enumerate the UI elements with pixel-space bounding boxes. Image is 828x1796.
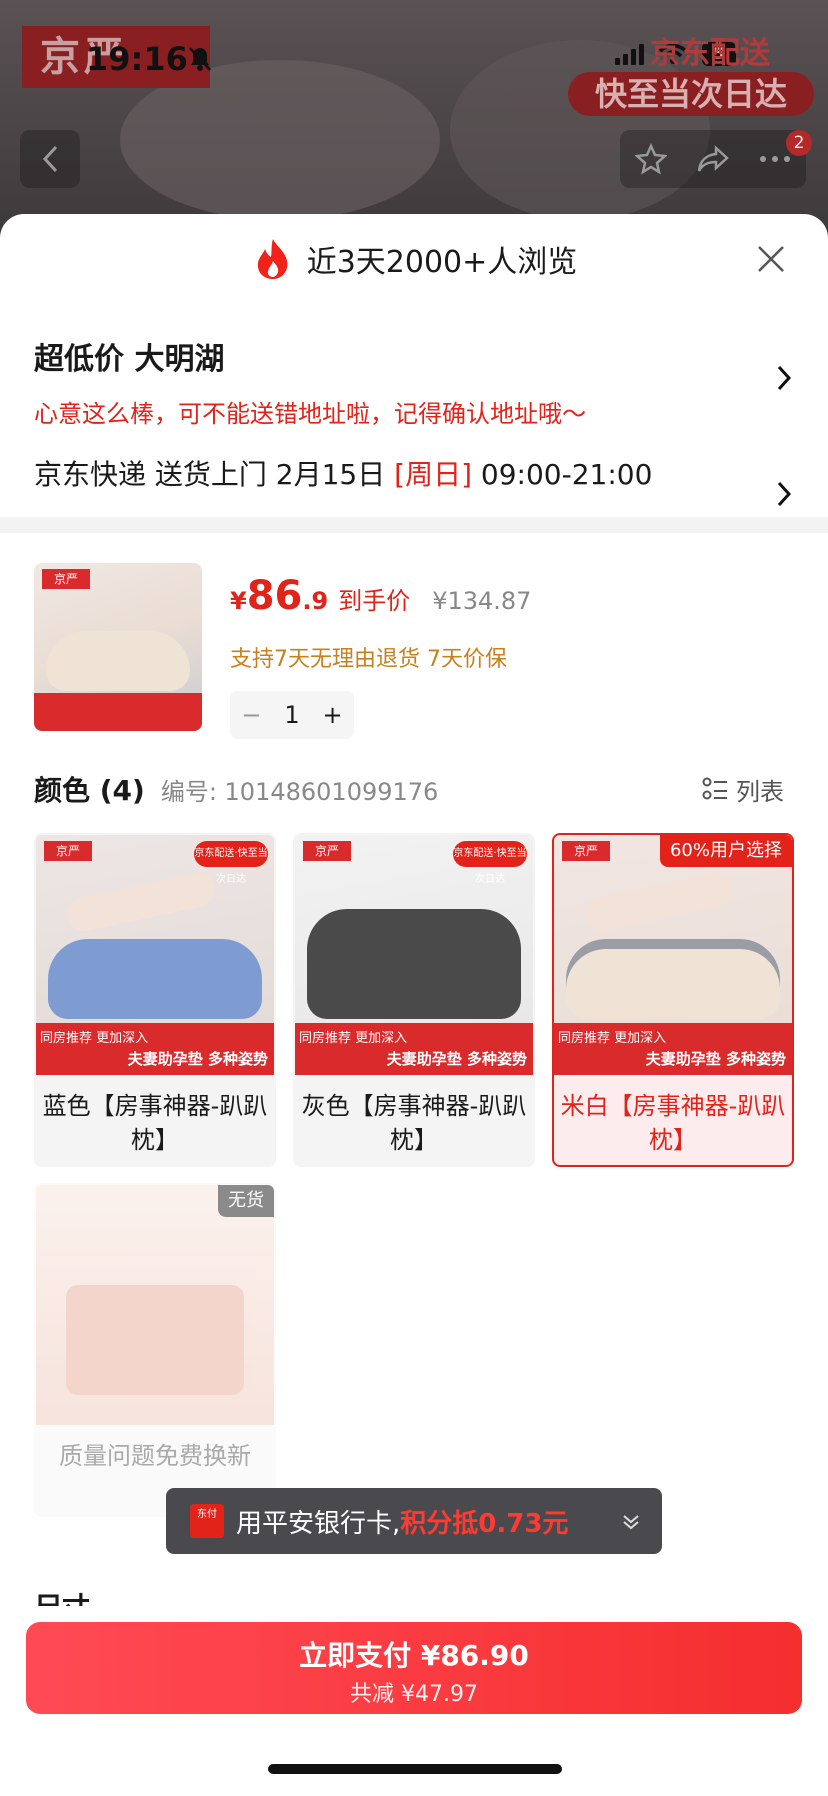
decrement-button[interactable]: − (241, 701, 261, 729)
checkout-bar: 立即支付 ¥86.90 共减 ¥47.97 (0, 1606, 828, 1796)
variant-caption: 质量问题免费换新 (59, 1442, 251, 1470)
delivery-prefix: 京东快递 送货上门 2月15日 (34, 458, 395, 491)
address-section[interactable]: 超低价 大明湖 心意这么棒，可不能送错地址啦，记得确认地址哦～ 京东快递 送货上… (0, 334, 828, 507)
close-icon[interactable] (756, 244, 786, 274)
variant-caption: 米白【房事神器-趴趴枕】 (560, 1092, 786, 1154)
chevron-left-icon (42, 145, 58, 173)
address-name: 超低价 大明湖 (34, 342, 225, 377)
promo-banner: 同房推荐 更加深入 夫妻助孕垫 多种姿势 (36, 1023, 274, 1075)
variant-caption: 蓝色【房事神器-趴趴枕】 (42, 1092, 268, 1154)
toast-text: 用平安银行卡, (236, 1508, 401, 1539)
variant-card-grey[interactable]: 京严 京东配送·快至当次日达 同房推荐 更加深入 夫妻助孕垫 多种姿势 灰色【房… (293, 833, 535, 1167)
banner-main-text: 夫妻助孕垫 多种姿势 (386, 1050, 527, 1068)
status-time: 19:16 (86, 40, 188, 78)
delivery-badge-line2: 快至当次日达 (568, 72, 814, 116)
toast-highlight: 积分抵0.73元 (400, 1508, 569, 1539)
banner-top-text: 同房推荐 更加深入 (40, 1031, 149, 1046)
color-section-header: 颜色 (4) 编号: 10148601099176 列表 (0, 769, 828, 809)
delivery-tag: 京东配送·快至当次日达 (453, 841, 527, 885)
product-thumbnail[interactable]: 京严 (34, 563, 202, 731)
model-figure (582, 869, 736, 935)
price-currency: ¥ (230, 587, 247, 615)
delivery-badge-line1: 京东配送 (650, 36, 770, 71)
chevron-down-icon[interactable] (622, 1512, 640, 1530)
brand-tag: 京严 (303, 841, 351, 861)
delivery-info[interactable]: 京东快递 送货上门 2月15日 [周日] 09:00-21:00 (34, 453, 794, 493)
product-info: ¥ 86 .9 到手价 ¥134.87 支持7天无理由退货 7天价保 − 1 + (230, 563, 531, 739)
variant-card-out-of-stock[interactable]: 无货 质量问题免费换新 (34, 1183, 276, 1517)
list-icon (702, 777, 727, 800)
list-label: 列表 (736, 777, 784, 806)
list-view-toggle[interactable]: 列表 (702, 772, 784, 807)
star-icon[interactable] (634, 143, 667, 175)
fire-icon (257, 239, 288, 279)
pay-now-button[interactable]: 立即支付 ¥86.90 共减 ¥47.97 (26, 1622, 802, 1714)
increment-button[interactable]: + (322, 701, 342, 729)
popular-choice-badge: 60%用户选择 (659, 835, 792, 867)
variant-caption: 灰色【房事神器-趴趴枕】 (301, 1092, 527, 1154)
brand-tag: 京严 (562, 841, 610, 861)
home-indicator[interactable] (268, 1764, 562, 1774)
price-integer: 86 (246, 573, 303, 619)
sheet-header: 近3天2000+人浏览 (0, 214, 828, 304)
back-button[interactable] (20, 130, 80, 188)
jd-pay-card-icon: 东付 (190, 1504, 224, 1538)
jd-delivery-badge: 京东配送 快至当次日达 (568, 28, 814, 120)
out-of-stock-badge: 无货 (218, 1185, 274, 1217)
sheet-title: 近3天2000+人浏览 (306, 245, 578, 280)
mute-bell-icon (189, 47, 211, 71)
chevron-right-icon (777, 365, 792, 391)
banner-main-text: 夫妻助孕垫 多种姿势 (127, 1050, 268, 1068)
product-code: 编号: 10148601099176 (160, 777, 439, 806)
variant-grid: 京严 京东配送·快至当次日达 同房推荐 更加深入 夫妻助孕垫 多种姿势 蓝色【房… (0, 833, 828, 1517)
product-summary: 京严 ¥ 86 .9 到手价 ¥134.87 支持7天无理由退货 7天价保 − … (0, 533, 828, 739)
model-figure (64, 869, 218, 935)
address-warning: 心意这么棒，可不能送错地址啦，记得确认地址哦～ (34, 400, 586, 428)
quantity-stepper: − 1 + (230, 691, 354, 739)
brand-tag: 京严 (44, 841, 92, 861)
color-title: 颜色 (4) (34, 774, 145, 807)
header-actions (620, 130, 806, 188)
purchase-sheet: 近3天2000+人浏览 超低价 大明湖 心意这么棒，可不能送错地址啦，记得确认地… (0, 214, 828, 1796)
notification-badge: 2 (786, 130, 812, 156)
more-icon[interactable] (759, 154, 791, 164)
pay-button-label: 立即支付 ¥86.90 (299, 1639, 529, 1672)
banner-main-text: 夫妻助孕垫 多种姿势 (645, 1050, 786, 1068)
original-price: ¥134.87 (432, 587, 532, 615)
bank-card-promo-toast[interactable]: 东付 用平安银行卡, 积分抵0.73元 (166, 1488, 662, 1554)
share-icon[interactable] (696, 144, 730, 174)
quantity-value[interactable]: 1 (284, 701, 299, 729)
pay-button-discount: 共减 ¥47.97 (350, 1682, 478, 1707)
chevron-right-icon (777, 481, 792, 507)
price-decimal: .9 (302, 587, 329, 615)
pillow-shape (48, 939, 262, 1019)
pillow-shape (46, 631, 190, 691)
delivery-day: [周日] (394, 458, 473, 491)
brand-tag: 京严 (42, 569, 90, 589)
banner-top-text: 同房推荐 更加深入 (558, 1031, 667, 1046)
delivery-tag: 京东配送·快至当次日达 (194, 841, 268, 885)
price-row: ¥ 86 .9 到手价 ¥134.87 (230, 573, 531, 619)
pillow-shape (307, 909, 521, 1019)
pillow-shape (566, 939, 780, 1019)
variant-card-beige[interactable]: 60%用户选择 京严 同房推荐 更加深入 夫妻助孕垫 多种姿势 米白【房事神器-… (552, 833, 794, 1167)
promo-banner: 同房推荐 更加深入 夫妻助孕垫 多种姿势 (554, 1023, 792, 1075)
promo-banner: 同房推荐 更加深入 夫妻助孕垫 多种姿势 (295, 1023, 533, 1075)
service-guarantee: 支持7天无理由退货 7天价保 (230, 647, 507, 672)
banner-top-text: 同房推荐 更加深入 (299, 1031, 408, 1046)
certificate-graphic (66, 1285, 244, 1395)
promo-banner (34, 693, 202, 731)
delivery-time: 09:00-21:00 (472, 458, 653, 491)
section-divider (0, 517, 828, 533)
price-label: 到手价 (338, 587, 411, 615)
variant-card-blue[interactable]: 京严 京东配送·快至当次日达 同房推荐 更加深入 夫妻助孕垫 多种姿势 蓝色【房… (34, 833, 276, 1167)
